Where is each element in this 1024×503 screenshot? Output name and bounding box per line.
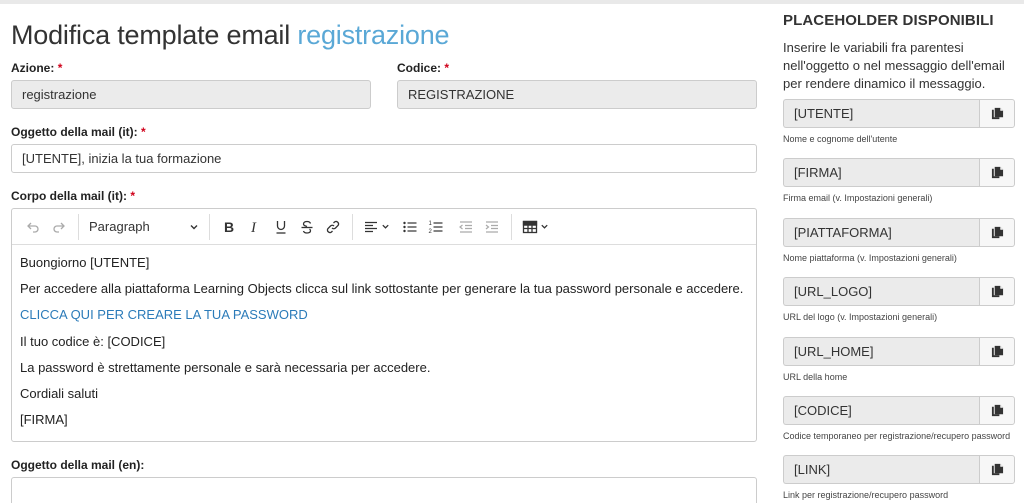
placeholder-hint: Codice temporaneo per registrazione/recu… bbox=[783, 431, 1011, 441]
table-icon bbox=[522, 220, 537, 233]
toolbar-separator bbox=[209, 213, 210, 240]
oggetto-it-input[interactable]: [UTENTE], inizia la tua formazione bbox=[11, 144, 757, 173]
copy-button[interactable] bbox=[979, 277, 1015, 306]
codice-label-text: Codice: bbox=[397, 61, 442, 75]
body-line: Il tuo codice è: [CODICE] bbox=[20, 333, 166, 349]
corpo-it-label: Corpo della mail (it): * bbox=[11, 189, 135, 203]
required-mark: * bbox=[57, 61, 63, 75]
copy-icon bbox=[991, 404, 1003, 417]
top-divider bbox=[0, 0, 1024, 4]
svg-text:B: B bbox=[224, 219, 234, 235]
outdent-icon[interactable] bbox=[453, 214, 479, 240]
body-line: [FIRMA] bbox=[20, 412, 68, 428]
indent-icon[interactable] bbox=[479, 214, 505, 240]
redo-icon[interactable] bbox=[46, 214, 72, 240]
placeholder-hint: URL della home bbox=[783, 372, 848, 382]
placeholder-field[interactable]: [URL_HOME] bbox=[783, 337, 979, 366]
body-line: Per accedere alla piattaforma Learning O… bbox=[20, 281, 744, 297]
azione-label-text: Azione: bbox=[11, 61, 55, 75]
oggetto-en-label: Oggetto della mail (en): bbox=[11, 458, 145, 472]
copy-button[interactable] bbox=[979, 396, 1015, 425]
editor-toolbar: Paragraph B I 12 bbox=[12, 209, 756, 245]
azione-label: Azione: * bbox=[11, 61, 62, 75]
sidebar-title: PLACEHOLDER DISPONIBILI bbox=[783, 12, 994, 29]
copy-icon bbox=[991, 166, 1003, 179]
body-line: La password è strettamente personale e s… bbox=[20, 359, 431, 375]
body-line: Buongiorno [UTENTE] bbox=[20, 255, 150, 270]
placeholder-field[interactable]: [UTENTE] bbox=[783, 99, 979, 128]
copy-icon bbox=[991, 226, 1003, 239]
copy-button[interactable] bbox=[979, 158, 1015, 187]
numbered-list-icon[interactable]: 12 bbox=[423, 214, 449, 240]
copy-button[interactable] bbox=[979, 99, 1015, 128]
bullet-list-icon[interactable] bbox=[397, 214, 423, 240]
bold-icon[interactable]: B bbox=[216, 214, 242, 240]
svg-text:I: I bbox=[250, 220, 257, 235]
placeholder-hint: Link per registrazione/recupero password bbox=[783, 490, 949, 500]
strikethrough-icon[interactable] bbox=[294, 214, 320, 240]
table-dropdown[interactable] bbox=[518, 214, 552, 240]
copy-button[interactable] bbox=[979, 218, 1015, 247]
align-icon bbox=[364, 221, 377, 232]
editor-content[interactable]: Buongiorno [UTENTE] Per accedere alla pi… bbox=[12, 245, 756, 438]
codice-field[interactable]: REGISTRAZIONE bbox=[397, 80, 757, 109]
placeholder-field[interactable]: [FIRMA] bbox=[783, 158, 979, 187]
copy-icon bbox=[991, 107, 1003, 120]
oggetto-it-label: Oggetto della mail (it): * bbox=[11, 125, 146, 139]
svg-text:1: 1 bbox=[429, 221, 433, 227]
chevron-down-icon bbox=[540, 224, 548, 229]
required-mark: * bbox=[444, 61, 450, 75]
page-title-prefix: Modifica template email bbox=[11, 20, 291, 50]
rich-text-editor[interactable]: Paragraph B I 12 Buongiorno [UTENTE] Per… bbox=[11, 208, 757, 442]
page-title-highlight: registrazione bbox=[297, 20, 450, 50]
placeholder-hint: URL del logo (v. Impostazioni generali) bbox=[783, 312, 938, 322]
required-mark: * bbox=[141, 125, 146, 139]
block-format-select[interactable]: Paragraph bbox=[85, 214, 203, 240]
page-title: Modifica template email registrazione bbox=[11, 20, 450, 51]
placeholder-field[interactable]: [URL_LOGO] bbox=[783, 277, 979, 306]
align-dropdown[interactable] bbox=[359, 214, 393, 240]
chevron-down-icon bbox=[381, 224, 389, 229]
copy-button[interactable] bbox=[979, 337, 1015, 366]
svg-text:2: 2 bbox=[429, 229, 433, 235]
required-mark: * bbox=[130, 189, 136, 203]
undo-icon[interactable] bbox=[20, 214, 46, 240]
italic-icon[interactable]: I bbox=[242, 214, 268, 240]
copy-button[interactable] bbox=[979, 455, 1015, 484]
placeholder-hint: Firma email (v. Impostazioni generali) bbox=[783, 193, 933, 203]
underline-icon[interactable] bbox=[268, 214, 294, 240]
block-format-value: Paragraph bbox=[89, 219, 150, 234]
placeholder-field[interactable]: [PIATTAFORMA] bbox=[783, 218, 979, 247]
link-icon[interactable] bbox=[320, 214, 346, 240]
sidebar-intro: Inserire le variabili fra parentesi nell… bbox=[783, 40, 1005, 91]
copy-icon bbox=[991, 345, 1003, 358]
codice-label: Codice: * bbox=[397, 61, 449, 75]
placeholder-hint: Nome piattaforma (v. Impostazioni genera… bbox=[783, 253, 957, 263]
toolbar-separator bbox=[352, 213, 353, 240]
placeholder-field[interactable]: [LINK] bbox=[783, 455, 979, 484]
create-password-link[interactable]: CLICCA QUI PER CREARE LA TUA PASSWORD bbox=[20, 307, 308, 322]
copy-icon bbox=[991, 463, 1003, 476]
copy-icon bbox=[991, 285, 1003, 298]
oggetto-en-input[interactable] bbox=[11, 477, 757, 503]
toolbar-separator bbox=[511, 213, 512, 240]
toolbar-separator bbox=[78, 213, 79, 240]
oggetto-it-label-text: Oggetto della mail (it): bbox=[11, 125, 138, 139]
body-line: Cordiali saluti bbox=[20, 385, 99, 401]
chevron-down-icon bbox=[190, 224, 198, 229]
placeholder-hint: Nome e cognome dell'utente bbox=[783, 134, 898, 144]
body-line-link-paragraph: CLICCA QUI PER CREARE LA TUA PASSWORD bbox=[20, 307, 748, 333]
placeholder-field[interactable]: [CODICE] bbox=[783, 396, 979, 425]
azione-field[interactable]: registrazione bbox=[11, 80, 371, 109]
corpo-it-label-text: Corpo della mail (it): bbox=[11, 189, 128, 203]
